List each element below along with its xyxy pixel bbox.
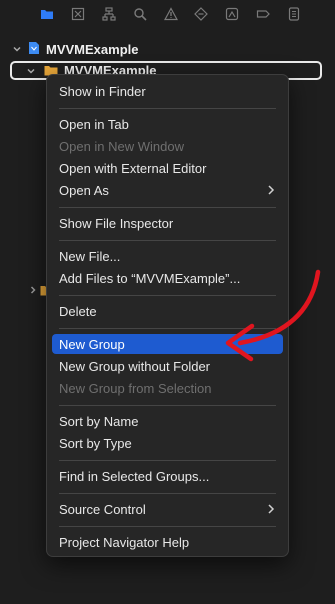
menu-separator: [59, 460, 276, 461]
menu-separator: [59, 493, 276, 494]
menu-separator: [59, 328, 276, 329]
menu-item-new-group-without-folder[interactable]: New Group without Folder: [52, 356, 283, 376]
menu-item-new-group-from-selection: New Group from Selection: [59, 380, 212, 396]
chevron-right-icon: [268, 504, 275, 514]
menu-item-new-group[interactable]: New Group: [52, 334, 283, 354]
menu-item-sort-by-name[interactable]: Sort by Name: [52, 411, 283, 431]
test-icon[interactable]: [194, 7, 209, 21]
chevron-down-icon[interactable]: [26, 66, 36, 76]
project-row[interactable]: MVVMExample: [12, 38, 138, 60]
menu-separator: [59, 108, 276, 109]
menu-item-show-in-finder[interactable]: Show in Finder: [52, 81, 283, 101]
source-control-icon[interactable]: [71, 7, 85, 21]
menu-item-sort-by-type[interactable]: Sort by Type: [52, 433, 283, 453]
menu-item-open-with-external-editor[interactable]: Open with External Editor: [52, 158, 283, 178]
menu-separator: [59, 526, 276, 527]
menu-separator: [59, 405, 276, 406]
menu-item-add-files[interactable]: Add Files to “MVVMExample”...: [52, 268, 283, 288]
chevron-right-icon: [268, 185, 275, 195]
folder-icon[interactable]: [40, 7, 54, 21]
project-name: MVVMExample: [46, 41, 139, 57]
xcode-project-icon: [28, 41, 40, 58]
report-icon[interactable]: [287, 7, 301, 21]
menu-item-project-navigator-help[interactable]: Project Navigator Help: [52, 532, 283, 552]
menu-item-source-control[interactable]: Source Control: [52, 499, 283, 519]
breakpoint-icon[interactable]: [256, 7, 270, 21]
menu-separator: [59, 207, 276, 208]
context-menu: Show in Finder Open in Tab Open in New W…: [46, 74, 289, 557]
menu-item-open-in-new-window: Open in New Window: [59, 138, 184, 154]
menu-item-show-file-inspector[interactable]: Show File Inspector: [52, 213, 283, 233]
menu-separator: [59, 240, 276, 241]
menu-item-find-in-selected-groups[interactable]: Find in Selected Groups...: [52, 466, 283, 486]
menu-item-new-file[interactable]: New File...: [52, 246, 283, 266]
navigator-toolbar: [0, 0, 335, 28]
menu-item-delete[interactable]: Delete: [52, 301, 283, 321]
menu-item-open-in-tab[interactable]: Open in Tab: [52, 114, 283, 134]
chevron-down-icon[interactable]: [12, 44, 22, 54]
menu-item-open-as[interactable]: Open As: [52, 180, 283, 200]
find-icon[interactable]: [133, 7, 147, 21]
chevron-right-icon[interactable]: [28, 285, 38, 295]
symbol-icon[interactable]: [102, 7, 116, 21]
issue-icon[interactable]: [163, 7, 178, 21]
debug-icon[interactable]: [225, 7, 239, 21]
menu-separator: [59, 295, 276, 296]
